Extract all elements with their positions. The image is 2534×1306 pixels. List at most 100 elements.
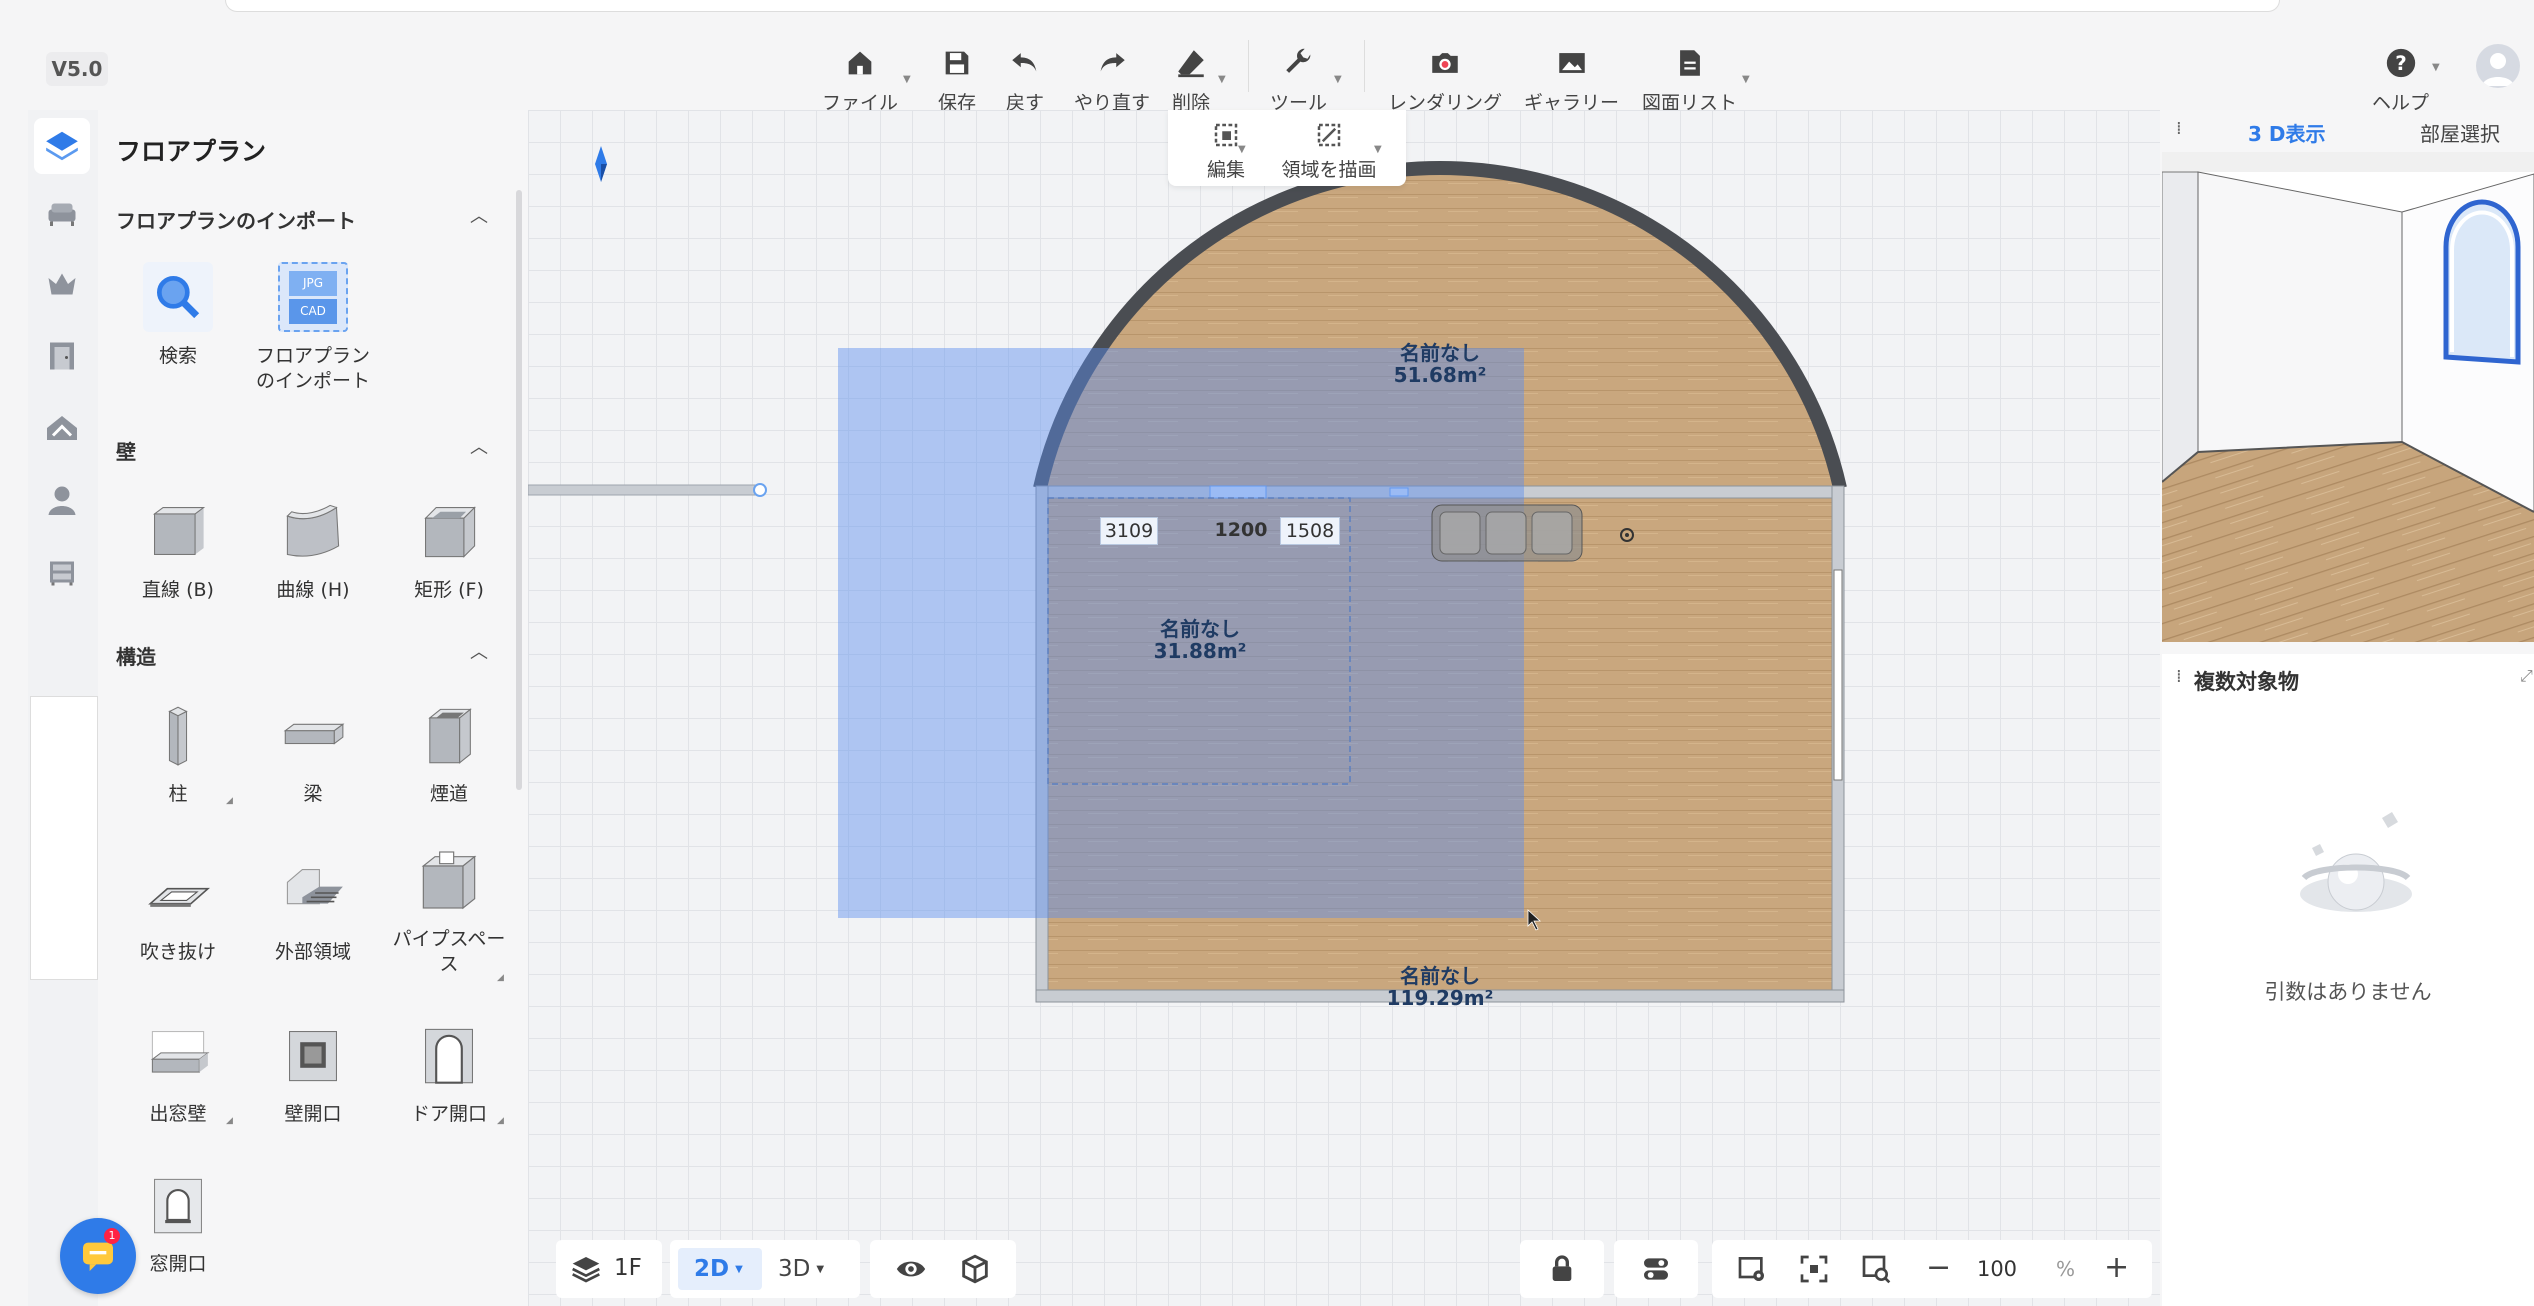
eye-icon[interactable] [894, 1252, 928, 1286]
straight-wall-label: 直線 (B) [142, 579, 214, 601]
draw-area-button[interactable]: 領域を描画 [1270, 120, 1388, 182]
tools-caret-icon[interactable]: ▼ [1334, 74, 1342, 85]
zoom-out-button[interactable]: − [1926, 1250, 1951, 1286]
draw-area-caret-icon[interactable]: ▼ [1374, 144, 1382, 155]
cabinet-rail-icon[interactable] [38, 548, 86, 596]
search-tool[interactable]: 検索 [108, 262, 248, 369]
room-label-semicircle[interactable]: 名前なし 51.68m² [1350, 342, 1530, 386]
chat-button[interactable]: 1 [60, 1218, 136, 1294]
cube-icon[interactable] [958, 1252, 992, 1286]
crown-rail-icon[interactable] [38, 260, 86, 308]
search-tool-label: 検索 [158, 345, 197, 367]
atrium-tool[interactable]: 吹き抜け [108, 858, 248, 965]
section-title-walls: 壁 [116, 440, 136, 464]
undo-button[interactable]: 戻す [1006, 46, 1044, 115]
door-opening-icon [425, 1028, 473, 1084]
zoom-in-button[interactable]: + [2104, 1250, 2129, 1286]
door-opening-caret-icon[interactable]: ◢ [497, 1116, 504, 1126]
delete-button[interactable]: 削除 [1172, 46, 1210, 115]
curved-wall-tool[interactable]: 曲線 (H) [243, 496, 383, 603]
dimension-label[interactable]: 1200 [1212, 517, 1270, 545]
file-caret-icon[interactable]: ▼ [903, 74, 911, 85]
user-avatar[interactable] [2476, 44, 2520, 88]
layers-icon [572, 1257, 600, 1283]
drag-handle-icon[interactable]: ⁞ [2176, 118, 2182, 139]
rect-wall-tool[interactable]: 矩形 (F) [379, 496, 519, 603]
column-tool[interactable]: 柱 [108, 700, 248, 807]
zoom-unit: % [2056, 1257, 2076, 1281]
window-right[interactable] [1833, 569, 1843, 781]
collapse-chevron-icon[interactable]: ︿ [470, 433, 488, 459]
curved-wall-icon [286, 504, 340, 557]
atrium-icon [148, 887, 210, 907]
view-2d-caret-icon: ▼ [735, 1263, 743, 1275]
multi-object-panel: ⁞ 複数対象物 ⤢ 引数はありません [2162, 654, 2534, 1306]
import-tool-label-1: フロアプラン [255, 345, 370, 367]
sofa-rail-icon[interactable] [38, 190, 86, 238]
roof-rail-icon[interactable] [38, 404, 86, 452]
pipe-space-icon [421, 851, 477, 910]
wall-endpoint-handle[interactable] [753, 483, 767, 497]
flue-tool[interactable]: 煙道 [379, 700, 519, 807]
wall-opening-icon [289, 1031, 337, 1082]
wall-segment[interactable] [528, 484, 759, 496]
view-settings-icon[interactable] [1736, 1253, 1768, 1285]
bay-window-caret-icon[interactable]: ◢ [226, 1116, 233, 1126]
wall-opening-tool[interactable]: 壁開口 [243, 1020, 383, 1127]
zoom-group: − % + [1712, 1240, 2152, 1298]
home-icon [848, 51, 872, 75]
toggle-settings-icon[interactable] [1640, 1253, 1672, 1285]
room-label-sub[interactable]: 名前なし 31.88m² [1110, 618, 1290, 662]
tools-button[interactable]: ツール [1270, 46, 1327, 115]
person-rail-icon[interactable] [38, 476, 86, 524]
section-title-structure: 構造 [116, 645, 156, 669]
floor-selector[interactable]: 1F [556, 1240, 662, 1298]
outdoor-area-tool[interactable]: 外部領域 [243, 858, 383, 965]
redo-button[interactable]: やり直す [1074, 46, 1150, 115]
collapse-chevron-icon[interactable]: ︿ [470, 202, 488, 228]
collapse-chevron-icon[interactable]: ︿ [470, 638, 488, 664]
gallery-button[interactable]: ギャラリー [1524, 46, 1619, 115]
tab-room-select[interactable]: 部屋選択 [2420, 118, 2500, 147]
tab-3d-view[interactable]: 3 D表示 [2248, 118, 2325, 147]
undo-icon [1012, 53, 1037, 72]
door-opening-tool[interactable]: ドア開口 [379, 1020, 519, 1127]
drawing-list-caret-icon[interactable]: ▼ [1742, 74, 1750, 85]
3d-preview[interactable] [2162, 152, 2534, 642]
door-rail-icon[interactable] [38, 332, 86, 380]
delete-caret-icon[interactable]: ▼ [1218, 74, 1226, 85]
floorplan-rail-icon[interactable] [34, 118, 90, 174]
dimension-label[interactable]: 3109 [1100, 517, 1158, 545]
save-button[interactable]: 保存 [938, 46, 976, 115]
edit-button[interactable]: 編集 [1190, 120, 1262, 182]
rendering-button[interactable]: レンダリング [1388, 46, 1502, 115]
zoom-area-icon[interactable] [1860, 1253, 1892, 1285]
pipe-variants-caret-icon[interactable]: ◢ [497, 973, 504, 983]
floorplan-canvas[interactable]: 名前なし 51.68m² 名前なし 31.88m² 名前なし 119.29m² [528, 110, 2160, 1306]
edit-label: 編集 [1206, 159, 1245, 181]
lock-icon[interactable] [1546, 1253, 1578, 1285]
import-floorplan-tool[interactable]: JPG CAD フロアプラン のインポート [243, 262, 383, 394]
sofa-furniture[interactable] [1431, 504, 1583, 562]
room-label-main[interactable]: 名前なし 119.29m² [1350, 965, 1530, 1009]
view-2d-button[interactable]: 2D ▼ [678, 1248, 762, 1290]
zoom-input[interactable] [1970, 1254, 2024, 1284]
bay-window-wall-tool[interactable]: 出窓壁 [108, 1020, 248, 1127]
help-button[interactable]: ? ヘルプ [2372, 46, 2429, 115]
dimension-label[interactable]: 1508 [1280, 517, 1340, 545]
edit-caret-icon[interactable]: ▼ [1238, 144, 1246, 155]
view-3d-button[interactable]: 3D ▼ [774, 1248, 852, 1290]
column-variants-caret-icon[interactable]: ◢ [226, 796, 233, 806]
floorplan-drawing[interactable] [528, 110, 2160, 1306]
beam-tool[interactable]: 梁 [243, 700, 383, 807]
view-mode-group: 2D ▼ 3D ▼ [670, 1240, 860, 1298]
fit-view-icon[interactable] [1798, 1253, 1830, 1285]
view-3d-caret-icon: ▼ [816, 1263, 825, 1275]
pipe-space-tool[interactable]: パイプスペー ス [379, 845, 519, 977]
file-button[interactable]: ファイル [822, 46, 898, 115]
expand-icon[interactable]: ⤢ [2520, 666, 2533, 686]
drawing-list-button[interactable]: 図面リスト [1642, 46, 1737, 115]
straight-wall-tool[interactable]: 直線 (B) [108, 496, 248, 603]
drag-handle-icon[interactable]: ⁞ [2176, 666, 2182, 687]
help-caret-icon[interactable]: ▼ [2432, 62, 2440, 73]
